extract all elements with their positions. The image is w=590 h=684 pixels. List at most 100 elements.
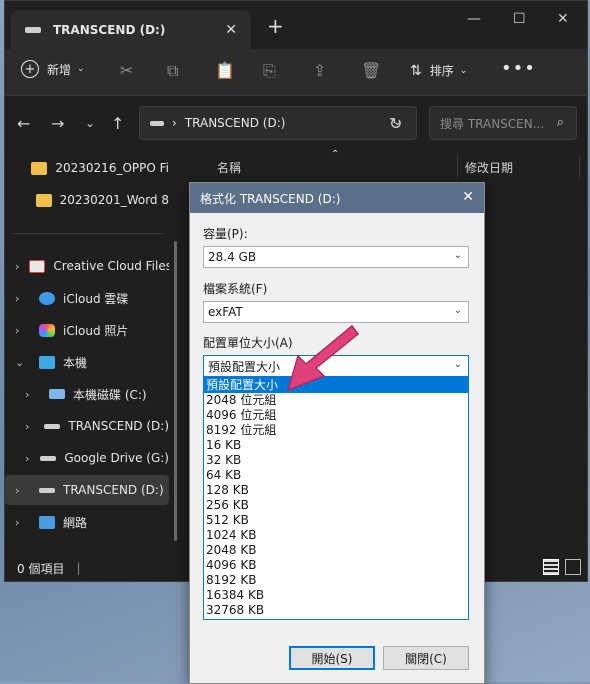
chevron-right-icon[interactable]: › — [15, 516, 29, 529]
close-button[interactable]: 關閉(C) — [383, 646, 469, 670]
new-tab-button[interactable]: + — [267, 14, 284, 38]
allocation-dropdown-list[interactable]: 預設配置大小 2048 位元組 4096 位元組 8192 位元組 16 KB … — [203, 377, 469, 620]
sidebar-item-folder-word[interactable]: 20230201_Word 8 — [5, 185, 169, 215]
tab-close-icon[interactable]: ✕ — [225, 22, 237, 38]
search-placeholder: 搜尋 TRANSCEN... — [440, 116, 545, 131]
tiles-view-icon[interactable] — [565, 559, 581, 575]
command-bar: + 新增 ⌄ ✂ ⧉ 📋 ⎘ ⇪ 🗑 ⇅ 排序 ⌄ ••• — [5, 49, 587, 96]
cut-icon[interactable]: ✂ — [120, 61, 133, 80]
sort-up-icon: ⌃ — [331, 149, 340, 160]
copy-icon[interactable]: ⧉ — [167, 61, 178, 81]
sidebar-item-label: 本機 — [63, 355, 88, 370]
sidebar-item-label: Creative Cloud Files — [53, 259, 169, 273]
photos-icon — [39, 323, 55, 337]
filesystem-label: 檔案系統(F) — [203, 282, 268, 296]
details-view-icon[interactable] — [543, 559, 559, 575]
drive-icon — [39, 487, 55, 493]
chevron-right-icon[interactable]: › — [25, 388, 39, 401]
search-input[interactable]: 搜尋 TRANSCEN... ⌕ — [429, 106, 577, 140]
sidebar-item-drive-c[interactable]: › 本機磁碟 (C:) — [5, 379, 169, 409]
sidebar-item-icloud-photos[interactable]: › iCloud 照片 — [5, 315, 169, 345]
allocation-option[interactable]: 16 KB — [204, 438, 468, 453]
chevron-right-icon[interactable]: › — [15, 484, 29, 497]
rename-icon[interactable]: ⎘ — [263, 61, 276, 81]
allocation-option[interactable]: 512 KB — [204, 513, 468, 528]
icloud-icon — [39, 291, 55, 305]
sidebar-item-network[interactable]: › 網路 — [5, 507, 169, 537]
allocation-option[interactable]: 16384 KB — [204, 588, 468, 603]
sort-button[interactable]: ⇅ 排序 ⌄ — [410, 62, 467, 79]
dialog-title: 格式化 TRANSCEND (D:) — [200, 191, 341, 206]
capacity-select[interactable]: 28.4 GB ⌄ — [203, 246, 469, 268]
address-input[interactable]: › TRANSCEND (D:) ⌄ — [139, 106, 417, 140]
chevron-right-icon[interactable]: › — [15, 292, 29, 305]
sidebar-item-this-pc[interactable]: ⌄ 本機 — [5, 347, 169, 377]
maximize-button[interactable]: ☐ — [513, 11, 526, 27]
sidebar-item-label: 網路 — [63, 515, 88, 530]
folder-icon — [35, 193, 52, 207]
allocation-option[interactable]: 8192 位元組 — [204, 423, 468, 438]
allocation-option[interactable]: 64 KB — [204, 468, 468, 483]
column-header-modified[interactable]: 修改日期 — [465, 159, 513, 176]
tab-bar: TRANSCEND (D:) ✕ + — ☐ ✕ — [5, 1, 587, 49]
allocation-option[interactable]: 256 KB — [204, 498, 468, 513]
start-button[interactable]: 開始(S) — [289, 646, 375, 670]
allocation-option[interactable]: 4096 KB — [204, 558, 468, 573]
sidebar-item-label: 20230201_Word 8 — [59, 193, 169, 207]
chevron-right-icon[interactable]: › — [15, 324, 29, 337]
chevron-down-icon: ⌄ — [453, 305, 462, 316]
address-bar-row: ← → ⌄ ↑ › TRANSCEND (D:) ⌄ ↻ 搜尋 TRANSCEN… — [5, 96, 587, 152]
network-icon — [39, 515, 55, 529]
close-window-button[interactable]: ✕ — [557, 11, 569, 27]
capacity-value: 28.4 GB — [208, 250, 257, 264]
refresh-icon[interactable]: ↻ — [389, 114, 402, 133]
allocation-option[interactable]: 4096 位元組 — [204, 408, 468, 423]
sidebar-scrollbar[interactable] — [174, 241, 177, 541]
column-divider[interactable] — [457, 155, 458, 179]
chevron-down-icon[interactable]: ⌄ — [15, 356, 29, 369]
allocation-option[interactable]: 8192 KB — [204, 573, 468, 588]
close-icon[interactable]: ✕ — [462, 189, 474, 205]
delete-icon[interactable]: 🗑 — [361, 61, 381, 80]
chevron-right-icon[interactable]: › — [25, 420, 34, 433]
sidebar-item-creative-cloud[interactable]: › Creative Cloud Files — [5, 251, 169, 281]
sidebar-item-folder-oppo[interactable]: 20230216_OPPO Fi — [5, 153, 169, 183]
allocation-option[interactable]: 32 KB — [204, 453, 468, 468]
dialog-titlebar: 格式化 TRANSCEND (D:) ✕ — [190, 183, 484, 213]
sidebar-item-label: TRANSCEND (D:) — [68, 419, 169, 433]
allocation-option[interactable]: 1024 KB — [204, 528, 468, 543]
more-options-button[interactable]: ••• — [501, 58, 536, 79]
column-divider[interactable] — [579, 155, 580, 179]
tab-transcend[interactable]: TRANSCEND (D:) ✕ — [11, 10, 251, 49]
paste-icon[interactable]: 📋 — [215, 61, 235, 80]
plus-icon: + — [21, 60, 39, 78]
drive-icon — [25, 26, 41, 33]
sidebar-item-icloud-drive[interactable]: › iCloud 雲碟 — [5, 283, 169, 313]
sidebar-item-drive-g[interactable]: › Google Drive (G:) — [5, 443, 169, 473]
allocation-option[interactable]: 128 KB — [204, 483, 468, 498]
computer-icon — [39, 355, 55, 369]
chevron-down-icon: ⌄ — [453, 250, 462, 261]
up-icon[interactable]: ↑ — [111, 114, 124, 133]
chevron-down-icon: ⌄ — [459, 65, 468, 76]
creative-cloud-icon — [29, 259, 46, 273]
column-header-name[interactable]: 名稱 — [217, 159, 241, 176]
filesystem-value: exFAT — [208, 305, 243, 319]
share-icon[interactable]: ⇪ — [313, 61, 326, 80]
breadcrumb-path: TRANSCEND (D:) — [184, 116, 286, 130]
recent-dropdown-icon[interactable]: ⌄ — [85, 116, 95, 130]
allocation-option[interactable]: 32768 KB — [204, 603, 468, 618]
back-icon[interactable]: ← — [17, 114, 30, 133]
breadcrumb-chevron-icon: › — [172, 116, 177, 130]
sidebar-item-drive-d[interactable]: › TRANSCEND (D:) — [5, 411, 169, 441]
allocation-option[interactable]: 2048 KB — [204, 543, 468, 558]
folder-icon — [31, 161, 48, 175]
chevron-right-icon[interactable]: › — [25, 452, 30, 465]
sidebar-item-transcend[interactable]: › TRANSCEND (D:) — [5, 475, 169, 505]
search-icon: ⌕ — [556, 115, 564, 130]
new-button[interactable]: + 新增 ⌄ — [21, 60, 85, 78]
capacity-label: 容量(P): — [203, 227, 248, 241]
forward-icon[interactable]: → — [51, 114, 64, 133]
minimize-button[interactable]: — — [467, 11, 481, 27]
chevron-right-icon[interactable]: › — [15, 260, 19, 273]
